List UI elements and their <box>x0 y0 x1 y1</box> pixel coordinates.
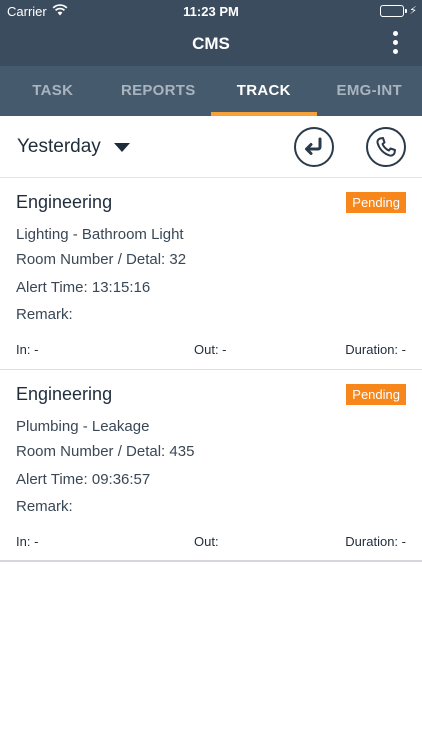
tab-bar: TASK REPORTS TRACK EMG-INT <box>0 66 422 116</box>
task-in: In: - <box>16 534 39 549</box>
status-time: 11:23 PM <box>183 4 239 19</box>
status-badge: Pending <box>346 192 406 213</box>
task-room: Room Number / Detal: 32 <box>16 251 187 268</box>
battery-tip <box>405 9 407 13</box>
task-alert-time: Alert Time: 13:15:16 <box>16 279 151 296</box>
tab-emg-int[interactable]: EMG-INT <box>317 66 422 116</box>
task-duration: Duration: - <box>345 342 406 357</box>
task-in: In: - <box>16 342 39 357</box>
task-remark: Remark: <box>16 306 73 323</box>
return-button[interactable] <box>294 127 334 167</box>
call-button[interactable] <box>366 127 406 167</box>
filter-bar: Yesterday <box>0 116 422 178</box>
tab-task[interactable]: TASK <box>0 66 106 116</box>
task-room: Room Number / Detal: 435 <box>16 443 195 460</box>
nav-bar: CMS <box>0 22 422 66</box>
task-department: Engineering <box>16 384 113 404</box>
task-duration: Duration: - <box>345 534 406 549</box>
tab-track[interactable]: TRACK <box>211 66 317 116</box>
task-out: Out: <box>194 534 219 549</box>
task-alert-time: Alert Time: 09:36:57 <box>16 471 151 488</box>
task-department: Engineering <box>16 192 113 212</box>
task-card[interactable]: Engineering Pending Lighting - Bathroom … <box>0 178 422 370</box>
task-out: Out: - <box>194 342 227 357</box>
battery-icon <box>380 5 404 17</box>
tab-reports[interactable]: REPORTS <box>106 66 212 116</box>
more-vertical-icon[interactable] <box>390 31 400 57</box>
caret-down-icon[interactable] <box>114 143 130 152</box>
phone-icon <box>376 137 396 157</box>
app-title: CMS <box>192 34 230 53</box>
charging-bolt-icon: ⚡ <box>409 5 417 17</box>
status-badge: Pending <box>346 384 406 405</box>
task-category: Lighting - Bathroom Light <box>16 226 184 243</box>
task-card[interactable]: Engineering Pending Plumbing - Leakage R… <box>0 370 422 562</box>
status-bar: Carrier 11:23 PM ⚡ <box>0 0 422 22</box>
return-arrow-icon <box>305 137 322 155</box>
day-selector[interactable]: Yesterday <box>17 136 101 158</box>
task-remark: Remark: <box>16 498 73 515</box>
task-category: Plumbing - Leakage <box>16 418 150 435</box>
